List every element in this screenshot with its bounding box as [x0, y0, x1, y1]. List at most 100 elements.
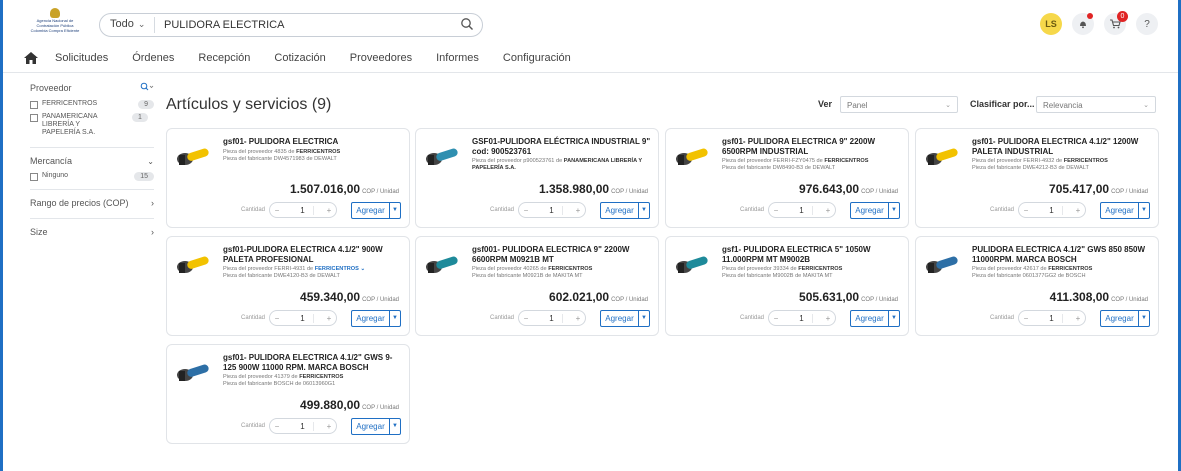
filter-rango-header[interactable]: Rango de precios (COP) ›: [30, 196, 154, 210]
quantity-stepper[interactable]: − 1 +: [269, 310, 337, 326]
quantity-stepper[interactable]: − 1 +: [269, 202, 337, 218]
product-title[interactable]: gsf01- PULIDORA ELECTRICA 4.1/2" GWS 9-1…: [223, 353, 405, 372]
nav-item-solicitudes[interactable]: Solicitudes: [55, 52, 108, 64]
product-image[interactable]: [674, 249, 710, 279]
chevron-down-icon[interactable]: ▼: [389, 311, 400, 326]
quantity-value[interactable]: 1: [542, 205, 563, 215]
sort-select[interactable]: Relevancia ⌄: [1036, 96, 1156, 113]
quantity-stepper[interactable]: − 1 +: [518, 202, 586, 218]
chevron-down-icon[interactable]: ▼: [888, 203, 899, 218]
product-image[interactable]: [175, 141, 211, 171]
checkbox[interactable]: [30, 173, 38, 181]
chevron-down-icon[interactable]: ▼: [1138, 203, 1149, 218]
home-icon[interactable]: [23, 50, 39, 66]
product-card[interactable]: gsf01- PULIDORA ELECTRICA 9" 2200W 6500R…: [665, 128, 909, 228]
filter-option-ninguno[interactable]: Ninguno 15: [30, 172, 154, 181]
filter-option-ferricentros[interactable]: FERRICENTROS 9: [30, 100, 154, 109]
product-card[interactable]: GSF01-PULIDORA ELÉCTRICA INDUSTRIAL 9" c…: [415, 128, 659, 228]
add-to-cart-button[interactable]: Agregar ▼: [1100, 202, 1150, 219]
decrement-button[interactable]: −: [519, 206, 533, 215]
decrement-button[interactable]: −: [270, 314, 284, 323]
nav-item-informes[interactable]: Informes: [436, 52, 479, 64]
increment-button[interactable]: +: [571, 314, 585, 323]
add-to-cart-button[interactable]: Agregar ▼: [1100, 310, 1150, 327]
add-button-label[interactable]: Agregar: [352, 203, 389, 218]
search-icon[interactable]: [460, 17, 474, 31]
supplier-name[interactable]: FERRICENTROS: [296, 149, 340, 155]
product-title[interactable]: GSF01-PULIDORA ELÉCTRICA INDUSTRIAL 9" c…: [472, 137, 654, 156]
nav-item-configuracion[interactable]: Configuración: [503, 52, 571, 64]
supplier-name[interactable]: FERRICENTROS: [299, 374, 343, 380]
add-button-label[interactable]: Agregar: [851, 203, 888, 218]
product-card[interactable]: PULIDORA ELECTRICA 4.1/2" GWS 850 850W 1…: [915, 236, 1159, 336]
decrement-button[interactable]: −: [769, 206, 783, 215]
user-avatar[interactable]: LS: [1040, 13, 1062, 35]
add-button-label[interactable]: Agregar: [601, 311, 638, 326]
product-image[interactable]: [424, 249, 460, 279]
add-to-cart-button[interactable]: Agregar ▼: [600, 202, 650, 219]
product-image[interactable]: [924, 249, 960, 279]
increment-button[interactable]: +: [821, 206, 835, 215]
filter-proveedor-header[interactable]: Proveedor: [30, 80, 154, 96]
supplier-name[interactable]: FERRICENTROS: [315, 266, 359, 272]
add-button-label[interactable]: Agregar: [851, 311, 888, 326]
product-image[interactable]: [924, 141, 960, 171]
notifications-button[interactable]: [1072, 13, 1094, 35]
add-button-label[interactable]: Agregar: [352, 419, 389, 434]
product-title[interactable]: gsf01- PULIDORA ELECTRICA: [223, 137, 405, 147]
add-button-label[interactable]: Agregar: [352, 311, 389, 326]
decrement-button[interactable]: −: [519, 314, 533, 323]
product-title[interactable]: gsf01-PULIDORA ELECTRICA 4.1/2" 900W PAL…: [223, 245, 405, 264]
decrement-button[interactable]: −: [1019, 206, 1033, 215]
quantity-value[interactable]: 1: [293, 205, 314, 215]
increment-button[interactable]: +: [1071, 314, 1085, 323]
filter-search-icon[interactable]: [140, 82, 154, 94]
search-scope-dropdown[interactable]: Todo ⌄: [110, 18, 145, 30]
quantity-value[interactable]: 1: [293, 421, 314, 431]
add-button-label[interactable]: Agregar: [1101, 203, 1138, 218]
quantity-stepper[interactable]: − 1 +: [269, 418, 337, 434]
product-card[interactable]: gsf01-PULIDORA ELECTRICA 4.1/2" 900W PAL…: [166, 236, 410, 336]
add-to-cart-button[interactable]: Agregar ▼: [850, 202, 900, 219]
nav-item-recepcion[interactable]: Recepción: [198, 52, 250, 64]
filter-option-panamericana[interactable]: PANAMERICANA LIBRERÍA Y PAPELERÍA S.A. 1: [30, 113, 154, 137]
increment-button[interactable]: +: [322, 314, 336, 323]
quantity-value[interactable]: 1: [1042, 205, 1063, 215]
quantity-stepper[interactable]: − 1 +: [1018, 310, 1086, 326]
add-button-label[interactable]: Agregar: [1101, 311, 1138, 326]
view-select[interactable]: Panel ⌄: [840, 96, 958, 113]
quantity-value[interactable]: 1: [792, 313, 813, 323]
quantity-value[interactable]: 1: [542, 313, 563, 323]
supplier-name[interactable]: FERRICENTROS: [798, 266, 842, 272]
product-image[interactable]: [674, 141, 710, 171]
quantity-stepper[interactable]: − 1 +: [768, 310, 836, 326]
decrement-button[interactable]: −: [769, 314, 783, 323]
checkbox[interactable]: [30, 114, 38, 122]
product-title[interactable]: gsf01- PULIDORA ELECTRICA 9" 2200W 6500R…: [722, 137, 904, 156]
chevron-down-icon[interactable]: ▼: [888, 311, 899, 326]
product-image[interactable]: [424, 141, 460, 171]
decrement-button[interactable]: −: [270, 206, 284, 215]
quantity-value[interactable]: 1: [1042, 313, 1063, 323]
supplier-name[interactable]: FERRICENTROS: [1048, 266, 1092, 272]
product-title[interactable]: gsf001- PULIDORA ELECTRICA 9" 2200W 6600…: [472, 245, 654, 264]
checkbox[interactable]: [30, 101, 38, 109]
product-card[interactable]: gsf01- PULIDORA ELECTRICA Pieza del prov…: [166, 128, 410, 228]
supplier-name[interactable]: FERRICENTROS: [1064, 158, 1108, 164]
supplier-name[interactable]: FERRICENTROS: [824, 158, 868, 164]
quantity-stepper[interactable]: − 1 +: [768, 202, 836, 218]
filter-size-header[interactable]: Size ›: [30, 225, 154, 239]
add-button-label[interactable]: Agregar: [601, 203, 638, 218]
quantity-stepper[interactable]: − 1 +: [518, 310, 586, 326]
decrement-button[interactable]: −: [270, 422, 284, 431]
help-button[interactable]: ?: [1136, 13, 1158, 35]
filter-mercancia-header[interactable]: Mercancía ⌄: [30, 154, 154, 168]
product-title[interactable]: gsf1- PULIDORA ELECTRICA 5" 1050W 11.000…: [722, 245, 904, 264]
nav-item-ordenes[interactable]: Órdenes: [132, 52, 174, 64]
increment-button[interactable]: +: [571, 206, 585, 215]
chevron-down-icon[interactable]: ▼: [638, 311, 649, 326]
add-to-cart-button[interactable]: Agregar ▼: [351, 418, 401, 435]
logo[interactable]: Agencia Nacional de Contratación Pública…: [29, 8, 81, 36]
product-image[interactable]: [175, 357, 211, 387]
nav-item-proveedores[interactable]: Proveedores: [350, 52, 412, 64]
